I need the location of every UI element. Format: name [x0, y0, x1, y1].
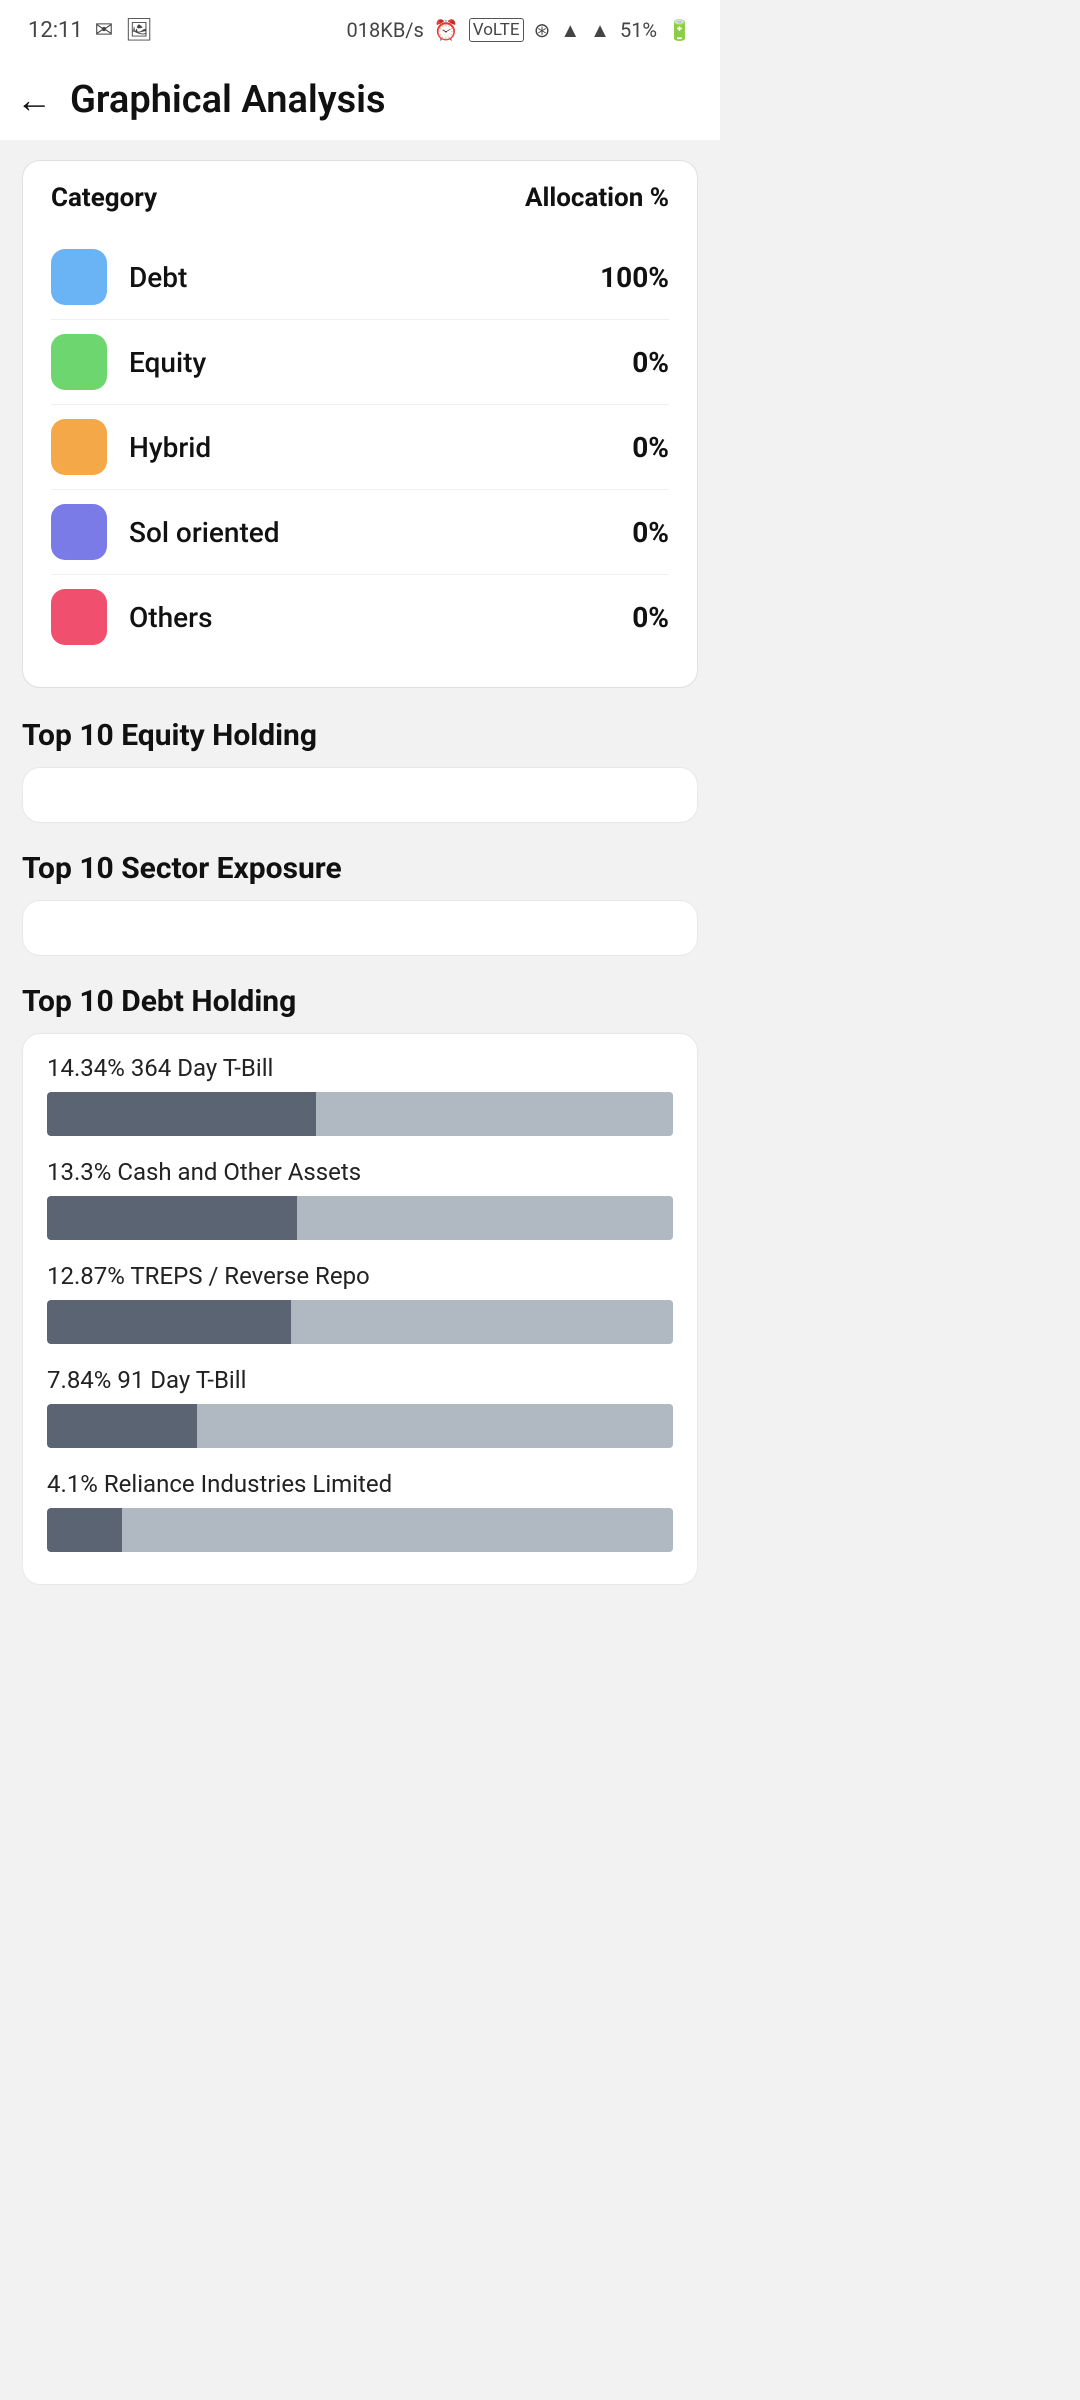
content-area: Category Allocation % Debt 100% Equity 0… — [0, 140, 720, 1625]
top10-equity-card — [22, 767, 698, 823]
debt-holding-row-0: 14.34% 364 Day T-Bill — [47, 1054, 673, 1136]
debt-allocation: 100% — [600, 261, 669, 294]
debt-holding-fill-2 — [47, 1300, 291, 1344]
category-row-sol-oriented: Sol oriented 0% — [51, 490, 669, 574]
debt-holding-label-4: 4.1% Reliance Industries Limited — [47, 1470, 673, 1498]
status-bar: 12:11 ✉ 🖼 018KB/s ⏰ VoLTE ⊛ ▲ ▲ 51% 🔋 — [0, 0, 720, 60]
others-label: Others — [129, 601, 212, 634]
debt-holding-row-1: 13.3% Cash and Other Assets — [47, 1158, 673, 1240]
alarm-icon: ⏰ — [434, 18, 459, 42]
image-icon: 🖼 — [125, 18, 153, 43]
category-card-header: Category Allocation % — [51, 183, 669, 213]
category-row-hybrid: Hybrid 0% — [51, 405, 669, 489]
debt-holding-remaining-3 — [197, 1404, 673, 1448]
debt-holding-bar-3 — [47, 1404, 673, 1448]
debt-holding-remaining-4 — [122, 1508, 673, 1552]
debt-holding-bar-0 — [47, 1092, 673, 1136]
network-speed: 018KB/s — [347, 18, 424, 42]
page-title: Graphical Analysis — [70, 78, 386, 122]
debt-holding-remaining-1 — [297, 1196, 673, 1240]
debt-holding-remaining-2 — [291, 1300, 673, 1344]
top10-equity-title: Top 10 Equity Holding — [22, 718, 698, 753]
top10-debt-title: Top 10 Debt Holding — [22, 984, 698, 1019]
equity-allocation: 0% — [632, 346, 669, 379]
back-button[interactable]: ← — [16, 79, 52, 121]
hybrid-label: Hybrid — [129, 431, 211, 464]
sol-oriented-allocation: 0% — [632, 516, 669, 549]
debt-holding-bar-4 — [47, 1508, 673, 1552]
equity-label: Equity — [129, 346, 206, 379]
battery-icon: 🔋 — [667, 18, 692, 42]
header: ← Graphical Analysis — [0, 60, 720, 140]
sol-oriented-color-swatch — [51, 504, 107, 560]
sol-oriented-label: Sol oriented — [129, 516, 280, 549]
debt-holding-row-2: 12.87% TREPS / Reverse Repo — [47, 1262, 673, 1344]
category-row-debt: Debt 100% — [51, 235, 669, 319]
debt-holding-row-4: 4.1% Reliance Industries Limited — [47, 1470, 673, 1552]
debt-holding-remaining-0 — [316, 1092, 673, 1136]
debt-label: Debt — [129, 261, 187, 294]
status-left: 12:11 ✉ 🖼 — [28, 18, 153, 43]
debt-holding-fill-4 — [47, 1508, 122, 1552]
volte-icon: VoLTE — [469, 18, 524, 42]
debt-holding-fill-1 — [47, 1196, 297, 1240]
category-allocation-card: Category Allocation % Debt 100% Equity 0… — [22, 160, 698, 688]
debt-holding-bar-1 — [47, 1196, 673, 1240]
hybrid-color-swatch — [51, 419, 107, 475]
equity-color-swatch — [51, 334, 107, 390]
debt-holding-label-1: 13.3% Cash and Other Assets — [47, 1158, 673, 1186]
category-column-header: Category — [51, 183, 157, 213]
top10-sector-card — [22, 900, 698, 956]
debt-holding-label-0: 14.34% 364 Day T-Bill — [47, 1054, 673, 1082]
battery-display: 51% — [620, 18, 657, 42]
debt-holding-label-2: 12.87% TREPS / Reverse Repo — [47, 1262, 673, 1290]
top10-debt-card: 14.34% 364 Day T-Bill 13.3% Cash and Oth… — [22, 1033, 698, 1585]
category-row-equity: Equity 0% — [51, 320, 669, 404]
allocation-column-header: Allocation % — [525, 183, 669, 213]
debt-holding-label-3: 7.84% 91 Day T-Bill — [47, 1366, 673, 1394]
top10-sector-title: Top 10 Sector Exposure — [22, 851, 698, 886]
others-color-swatch — [51, 589, 107, 645]
debt-holding-row-3: 7.84% 91 Day T-Bill — [47, 1366, 673, 1448]
mail-icon: ✉ — [95, 18, 113, 43]
time-display: 12:11 — [28, 18, 83, 43]
category-row-others: Others 0% — [51, 575, 669, 659]
signal-icon: ▲ — [590, 18, 610, 43]
debt-holding-fill-3 — [47, 1404, 197, 1448]
debt-holding-bar-2 — [47, 1300, 673, 1344]
debt-color-swatch — [51, 249, 107, 305]
others-allocation: 0% — [632, 601, 669, 634]
debt-holding-fill-0 — [47, 1092, 316, 1136]
wifi-icon: ▲ — [560, 18, 580, 43]
bluetooth-icon: ⊛ — [534, 18, 551, 42]
hybrid-allocation: 0% — [632, 431, 669, 464]
status-right: 018KB/s ⏰ VoLTE ⊛ ▲ ▲ 51% 🔋 — [347, 18, 692, 43]
